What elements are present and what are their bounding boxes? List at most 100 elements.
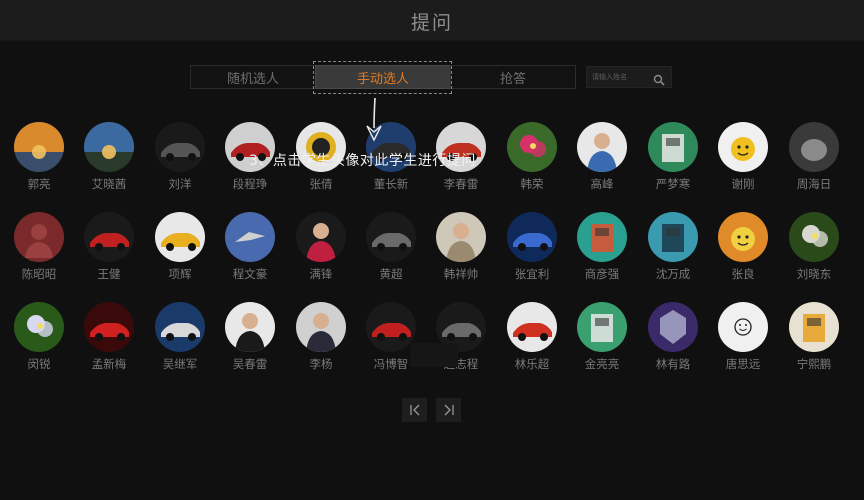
student-card[interactable]: 黄超 bbox=[361, 212, 421, 284]
student-card[interactable]: 满锋 bbox=[291, 212, 351, 284]
student-card[interactable]: 林有路 bbox=[643, 302, 703, 374]
student-name: 项辉 bbox=[168, 267, 192, 281]
student-card[interactable]: 项辉 bbox=[150, 212, 210, 284]
student-card[interactable]: 孟新梅 bbox=[79, 302, 139, 374]
sunset-avatar[interactable] bbox=[14, 122, 64, 172]
student-card[interactable]: 高峰 bbox=[572, 122, 632, 194]
student-name: 艾晓茜 bbox=[91, 177, 127, 191]
student-name: 李春雷 bbox=[443, 177, 479, 191]
student-card[interactable]: 刘晓东 bbox=[784, 212, 844, 284]
city-avatar[interactable] bbox=[84, 122, 134, 172]
building-avatar[interactable] bbox=[648, 122, 698, 172]
smile-avatar[interactable] bbox=[718, 302, 768, 352]
student-name: 吴继军 bbox=[162, 357, 198, 371]
student-card[interactable]: 郭亮 bbox=[9, 122, 69, 194]
badge-avatar[interactable] bbox=[648, 302, 698, 352]
person-avatar[interactable] bbox=[436, 212, 486, 262]
student-card[interactable]: 严梦寒 bbox=[643, 122, 703, 194]
student-name: 韩祥帅 bbox=[443, 267, 479, 281]
student-card[interactable]: 吴继军 bbox=[150, 302, 210, 374]
person-avatar[interactable] bbox=[296, 212, 346, 262]
student-card[interactable]: 周海日 bbox=[784, 122, 844, 194]
student-card[interactable]: 唐思远 bbox=[713, 302, 773, 374]
student-card[interactable]: 张宜利 bbox=[502, 212, 562, 284]
student-name: 郭亮 bbox=[27, 177, 51, 191]
person-avatar[interactable] bbox=[225, 302, 275, 352]
student-name: 黄超 bbox=[379, 267, 403, 281]
student-card[interactable]: 韩荣 bbox=[502, 122, 562, 194]
building-avatar[interactable] bbox=[577, 212, 627, 262]
flower-avatar[interactable] bbox=[507, 122, 557, 172]
student-name: 段程琤 bbox=[232, 177, 268, 191]
student-name: 张宜利 bbox=[514, 267, 550, 281]
bird-avatar[interactable] bbox=[225, 212, 275, 262]
student-card[interactable]: 林乐超 bbox=[502, 302, 562, 374]
student-card[interactable]: 谢刚 bbox=[713, 122, 773, 194]
pointer-arrow-icon bbox=[366, 97, 382, 142]
person-avatar[interactable] bbox=[577, 122, 627, 172]
car-avatar[interactable] bbox=[155, 122, 205, 172]
flower-avatar[interactable] bbox=[14, 302, 64, 352]
car-avatar[interactable] bbox=[155, 212, 205, 262]
student-card[interactable]: 闵锐 bbox=[9, 302, 69, 374]
prev-page-icon bbox=[409, 404, 419, 416]
cartoon-avatar[interactable] bbox=[718, 122, 768, 172]
student-name: 谢刚 bbox=[731, 177, 755, 191]
next-page-button[interactable] bbox=[436, 398, 461, 422]
student-card[interactable]: 陈昭昭 bbox=[9, 212, 69, 284]
flower-avatar[interactable] bbox=[789, 212, 839, 262]
student-card[interactable]: 李杨 bbox=[291, 302, 351, 374]
student-grid: 郭亮 艾晓茜 刘洋 段程琤 张倩 董长新 李春雷 韩荣 高峰 严梦寒 谢刚 周海… bbox=[0, 0, 864, 500]
student-name: 林有路 bbox=[655, 357, 691, 371]
animal-avatar[interactable] bbox=[789, 122, 839, 172]
car-avatar[interactable] bbox=[84, 302, 134, 352]
device-avatar[interactable] bbox=[789, 302, 839, 352]
instruction-tip: 3、点击学生头像对此学生进行提问 bbox=[249, 153, 476, 169]
default-avatar[interactable] bbox=[14, 212, 64, 262]
student-name: 商彦强 bbox=[584, 267, 620, 281]
student-card[interactable]: 程文豪 bbox=[220, 212, 280, 284]
student-card[interactable]: 沈万成 bbox=[643, 212, 703, 284]
student-name: 董长新 bbox=[373, 177, 409, 191]
student-name: 韩荣 bbox=[520, 177, 544, 191]
student-card[interactable]: 金亮亮 bbox=[572, 302, 632, 374]
car-avatar[interactable] bbox=[507, 212, 557, 262]
student-card[interactable]: 商彦强 bbox=[572, 212, 632, 284]
cartoon-avatar[interactable] bbox=[718, 212, 768, 262]
student-name: 王健 bbox=[97, 267, 121, 281]
student-card[interactable]: 韩祥帅 bbox=[431, 212, 491, 284]
student-card[interactable]: 刘洋 bbox=[150, 122, 210, 194]
student-name: 张良 bbox=[731, 267, 755, 281]
student-name: 程文豪 bbox=[232, 267, 268, 281]
student-name: 满锋 bbox=[309, 267, 333, 281]
student-card[interactable]: 宁熙鹏 bbox=[784, 302, 844, 374]
student-name: 李杨 bbox=[309, 357, 333, 371]
student-card[interactable]: 吴春雷 bbox=[220, 302, 280, 374]
person-avatar[interactable] bbox=[296, 302, 346, 352]
next-page-icon bbox=[444, 404, 454, 416]
car-avatar[interactable] bbox=[507, 302, 557, 352]
student-name: 陈昭昭 bbox=[21, 267, 57, 281]
student-name: 吴春雷 bbox=[232, 357, 268, 371]
car-avatar[interactable] bbox=[366, 212, 416, 262]
student-name: 周海日 bbox=[796, 177, 832, 191]
student-name: 孟新梅 bbox=[91, 357, 127, 371]
student-name: 林乐超 bbox=[514, 357, 550, 371]
student-name: 唐思远 bbox=[725, 357, 761, 371]
student-name: 高峰 bbox=[590, 177, 614, 191]
student-name: 严梦寒 bbox=[655, 177, 691, 191]
student-card[interactable]: 张良 bbox=[713, 212, 773, 284]
student-name: 金亮亮 bbox=[584, 357, 620, 371]
student-name: 宁熙鹏 bbox=[796, 357, 832, 371]
prev-page-button[interactable] bbox=[402, 398, 427, 422]
student-name: 张倩 bbox=[309, 177, 333, 191]
student-name: 刘洋 bbox=[168, 177, 192, 191]
device-avatar[interactable] bbox=[648, 212, 698, 262]
car-avatar[interactable] bbox=[84, 212, 134, 262]
car-avatar[interactable] bbox=[155, 302, 205, 352]
faint-overlay bbox=[410, 343, 458, 367]
student-card[interactable]: 王健 bbox=[79, 212, 139, 284]
student-card[interactable]: 艾晓茜 bbox=[79, 122, 139, 194]
car-avatar[interactable] bbox=[366, 302, 416, 352]
device-avatar[interactable] bbox=[577, 302, 627, 352]
